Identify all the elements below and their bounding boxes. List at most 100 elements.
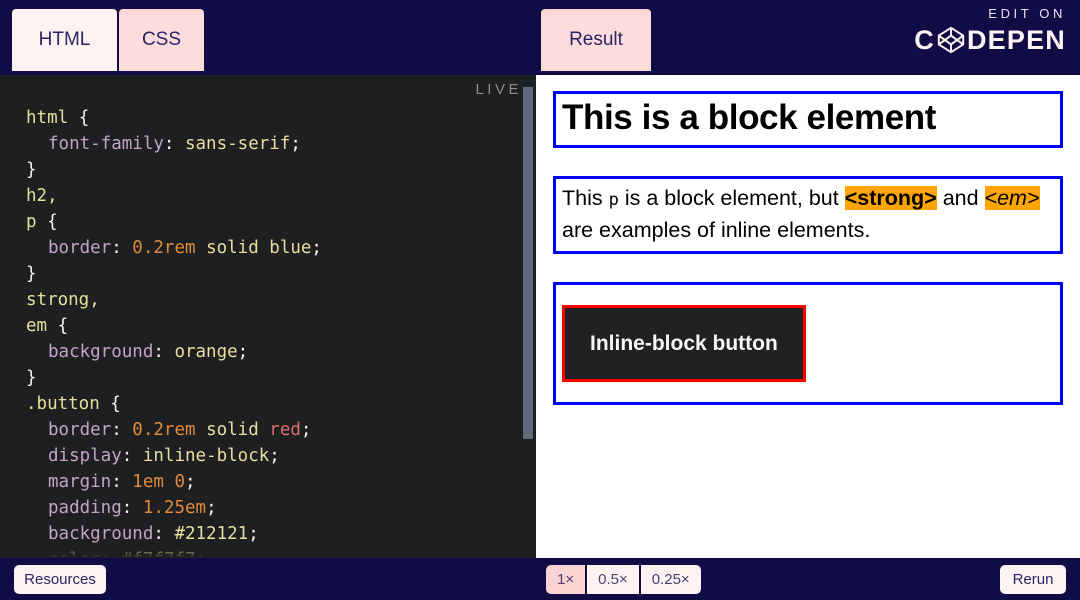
code-token-prop: background [48, 342, 154, 362]
code-token-num: 1.25em [142, 498, 207, 518]
code-line-7: } [0, 261, 520, 287]
code-line-1: html { [0, 105, 520, 131]
code-line-8: strong, [0, 287, 520, 313]
result-document: This is a block element This p is a bloc… [536, 75, 1080, 405]
code-editor-pane[interactable]: LIVE html {font-family: sans-serif;} h2, p… [0, 75, 536, 558]
code-token-prop: background [48, 524, 154, 544]
codepen-word-after: DEPEN [966, 25, 1066, 55]
code-token-prop: border [48, 420, 112, 440]
code-token-punc: ; [237, 342, 249, 362]
paragraph-text-part4: are examples of inline elements. [562, 217, 871, 242]
code-line-13: border: 0.2rem solid red; [0, 417, 520, 443]
code-token-punc: } [26, 160, 37, 180]
zoom-button-1x[interactable]: 1× [546, 565, 588, 594]
code-line-5: p { [0, 209, 520, 235]
result-bottom-fade [536, 532, 1080, 558]
code-token-punc [196, 238, 207, 258]
edit-on-codepen-link[interactable]: EDIT ON C DEPEN [914, 6, 1066, 55]
preview-button-container: Inline-block button [553, 281, 1063, 405]
code-token-val: sans-serif [184, 134, 291, 154]
code-token-sel: p [26, 212, 37, 232]
code-token-sel: em [26, 316, 48, 336]
codepen-word-before: C [914, 25, 935, 55]
tab-result-label: Result [569, 29, 623, 50]
inline-block-button[interactable]: Inline-block button [562, 304, 806, 382]
paragraph-strong-highlight: <strong> [844, 185, 937, 210]
paragraph-text-part2: is a block element, but [618, 185, 845, 210]
code-line-4: h2, [0, 183, 520, 209]
rerun-button-label: Rerun [1012, 571, 1054, 588]
paragraph-em-highlight: <em> [984, 185, 1040, 210]
codepen-embed: HTML CSS Result EDIT ON C DEPEN LIVE htm… [0, 0, 1080, 600]
code-line-12: .button { [0, 391, 520, 417]
code-line-9: em { [0, 313, 520, 339]
code-token-punc: } [26, 368, 37, 388]
code-line-2: font-family: sans-serif; [0, 131, 520, 157]
rerun-button[interactable]: Rerun [1000, 565, 1066, 594]
code-token-punc: ; [269, 446, 280, 466]
code-token-punc: : [121, 498, 143, 518]
css-code-content[interactable]: html {font-family: sans-serif;} h2, p {bor… [0, 105, 520, 558]
edit-on-label: EDIT ON [988, 6, 1066, 21]
tab-html[interactable]: HTML [12, 9, 117, 71]
code-bottom-fade [0, 544, 520, 558]
code-token-val: inline-block [142, 446, 270, 466]
code-token-punc: { [36, 212, 58, 232]
code-token-red: red [269, 420, 301, 440]
code-line-15: margin: 1em 0; [0, 469, 520, 495]
code-token-sel: h2, [26, 186, 58, 206]
zoom-level-group[interactable]: 1× 0.5× 0.25× [546, 565, 701, 594]
code-line-11: } [0, 365, 520, 391]
code-token-sel: strong, [26, 290, 100, 310]
code-token-num: 0.2rem [132, 420, 196, 440]
code-token-prop: display [48, 446, 122, 466]
paragraph-inline-code: p [608, 189, 619, 210]
live-badge: LIVE [475, 81, 522, 98]
resources-button-label: Resources [24, 571, 96, 588]
top-bar: HTML CSS Result EDIT ON C DEPEN [0, 0, 1080, 75]
result-preview-pane[interactable]: This is a block element This p is a bloc… [536, 75, 1080, 558]
code-token-punc: { [47, 316, 69, 336]
codepen-wordmark: C DEPEN [914, 25, 1066, 55]
code-token-punc: ; [206, 498, 217, 518]
preview-heading: This is a block element [553, 91, 1063, 148]
code-token-punc: { [99, 394, 121, 414]
code-token-sel: .button [26, 394, 100, 414]
zoom-button-0.25x[interactable]: 0.25× [640, 565, 701, 594]
code-token-punc: : [111, 420, 133, 440]
code-token-punc: : [111, 238, 133, 258]
code-token-punc: } [26, 264, 37, 284]
code-token-val: solid blue [206, 238, 312, 258]
code-token-num: 1em 0 [132, 472, 185, 492]
code-token-punc: : [121, 446, 143, 466]
code-token-val: #212121 [174, 524, 249, 544]
code-token-punc: ; [300, 420, 312, 440]
tab-css-label: CSS [141, 29, 182, 50]
resources-button[interactable]: Resources [14, 565, 106, 594]
paragraph-text-part1: This [562, 185, 609, 210]
code-token-num: 0.2rem [132, 238, 196, 258]
code-line-10: background: orange; [0, 339, 520, 365]
code-token-val: solid [206, 420, 270, 440]
code-token-prop: font-family [48, 134, 164, 154]
tab-css[interactable]: CSS [119, 9, 204, 71]
code-token-sel: html [26, 108, 69, 128]
editor-scrollbar[interactable] [520, 75, 536, 558]
preview-paragraph: This p is a block element, but <strong> … [553, 175, 1063, 254]
zoom-button-0.5x[interactable]: 0.5× [587, 565, 641, 594]
code-token-prop: margin [48, 472, 112, 492]
tab-html-label: HTML [38, 29, 91, 50]
code-line-3: } [0, 157, 520, 183]
code-token-punc: : [111, 472, 133, 492]
paragraph-text-part3: and [936, 185, 985, 210]
code-token-prop: padding [48, 498, 122, 518]
code-token-punc: ; [248, 524, 259, 544]
code-token-val: orange [174, 342, 238, 362]
editor-scrollbar-thumb[interactable] [523, 87, 533, 439]
code-token-prop: border [48, 238, 112, 258]
code-line-16: padding: 1.25em; [0, 495, 520, 521]
code-token-punc: : [153, 342, 175, 362]
code-line-6: border: 0.2rem solid blue; [0, 235, 520, 261]
tab-result[interactable]: Result [541, 9, 651, 71]
code-token-punc: : [163, 134, 185, 154]
